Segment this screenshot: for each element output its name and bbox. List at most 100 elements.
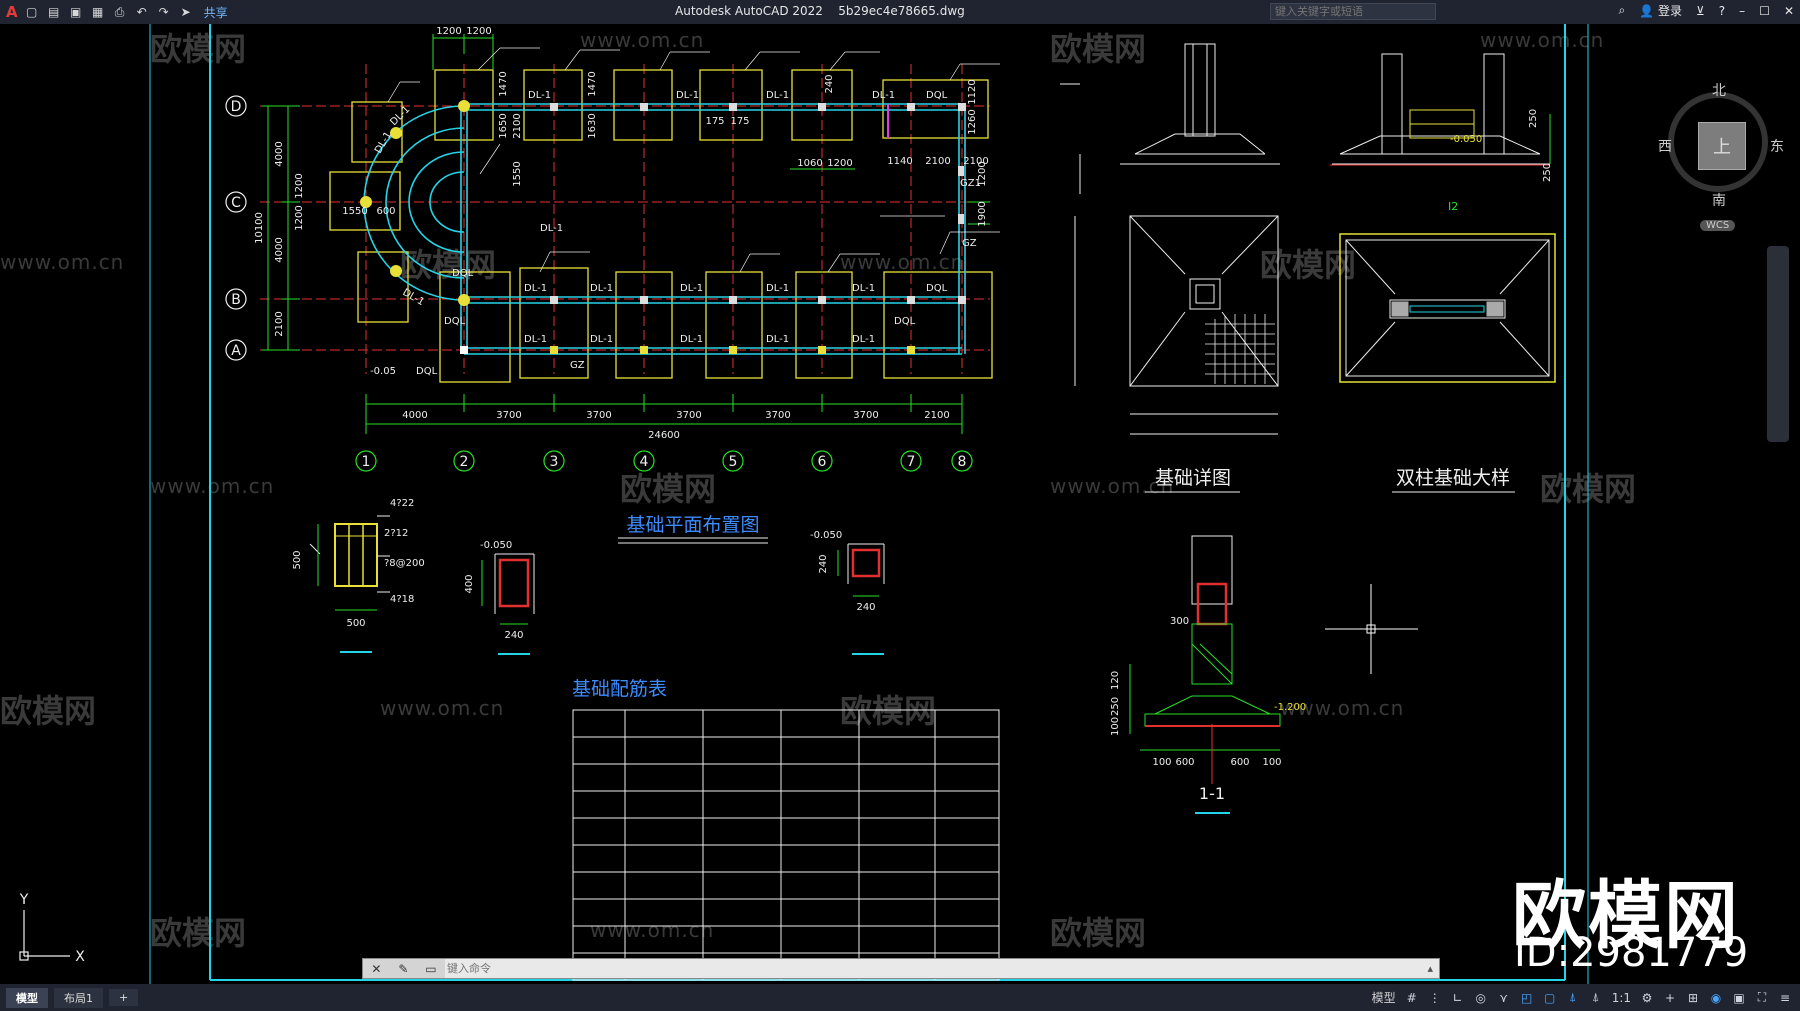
svg-text:8: 8 xyxy=(958,454,967,470)
section-dim: 600 xyxy=(1175,757,1194,768)
viewcube[interactable]: 上 北 南 西 东 WCS xyxy=(1658,83,1784,244)
svg-text:1630: 1630 xyxy=(587,113,598,138)
snap-icon[interactable]: ⋮ xyxy=(1428,991,1442,1005)
menu-icon[interactable]: ≡ xyxy=(1778,991,1792,1005)
svg-text:1140: 1140 xyxy=(887,156,912,167)
otrack-icon[interactable]: ▢ xyxy=(1543,991,1557,1005)
login-button[interactable]: 👤 登录 xyxy=(1639,2,1682,19)
osnap-icon[interactable]: ◰ xyxy=(1520,991,1534,1005)
svg-text:4000: 4000 xyxy=(274,237,285,262)
fullscreen-icon[interactable]: ⛶ xyxy=(1755,990,1769,1005)
close-command-icon[interactable]: ✕ xyxy=(371,962,381,976)
save-as-icon[interactable]: ▦ xyxy=(90,5,106,19)
section-dim: 100 xyxy=(1262,757,1281,768)
viewcube-north[interactable]: 北 xyxy=(1712,80,1726,100)
polar-icon[interactable]: ◎ xyxy=(1474,991,1488,1005)
svg-text:GZ: GZ xyxy=(570,360,585,371)
svg-text:DL-1: DL-1 xyxy=(852,283,875,294)
viewcube-west[interactable]: 西 xyxy=(1658,136,1672,156)
svg-text:-0.050: -0.050 xyxy=(810,530,842,541)
section-dim: 600 xyxy=(1230,757,1249,768)
svg-text:7: 7 xyxy=(907,454,916,470)
new-file-icon[interactable]: ▢ xyxy=(24,5,40,19)
help-icon[interactable]: ? xyxy=(1719,4,1725,18)
recent-commands-icon[interactable]: ▭ xyxy=(425,962,436,976)
ucs-y-label: Y xyxy=(19,892,29,908)
svg-text:2100: 2100 xyxy=(512,113,523,138)
share-button[interactable]: 共享 xyxy=(204,4,228,21)
section-level: -1.200 xyxy=(1274,702,1306,713)
search-icon[interactable]: ⌕ xyxy=(1618,3,1625,18)
settings-gear-icon[interactable]: ⚙ xyxy=(1640,991,1654,1005)
tab-model[interactable]: 模型 xyxy=(6,987,48,1008)
svg-text:C: C xyxy=(231,195,241,211)
annotation-scale[interactable]: 1:1 xyxy=(1612,991,1631,1005)
svg-text:DQL: DQL xyxy=(416,366,438,377)
svg-text:400: 400 xyxy=(464,574,475,593)
tab-add[interactable]: + xyxy=(109,989,139,1006)
svg-text:DQL: DQL xyxy=(452,268,474,279)
viewcube-east[interactable]: 东 xyxy=(1770,136,1784,156)
isolate-icon[interactable]: ◉ xyxy=(1709,991,1723,1005)
plan-title: 基础平面布置图 xyxy=(626,514,759,536)
model-space-label[interactable]: 模型 xyxy=(1372,989,1396,1006)
navigation-bar[interactable] xyxy=(1767,246,1789,442)
command-input[interactable] xyxy=(445,961,1422,976)
section-title: 1-1 xyxy=(1199,784,1225,803)
drawing-canvas[interactable]: 欧模网 www.om.cn 欧模网 www.om.cn www.om.cn 欧模… xyxy=(0,24,1800,984)
app-title: Autodesk AutoCAD 2022 xyxy=(675,4,823,18)
ortho-icon[interactable]: ∟ xyxy=(1451,991,1465,1005)
svg-text:3700: 3700 xyxy=(586,410,611,421)
share-icon[interactable]: ➤ xyxy=(178,5,194,19)
tab-layout1[interactable]: 布局1 xyxy=(54,987,103,1008)
wcs-button[interactable]: WCS xyxy=(1700,220,1736,231)
close-icon[interactable]: ✕ xyxy=(1784,4,1794,18)
quick-access-toolbar: A ▢ ▤ ▣ ▦ ⎙ ↶ ↷ ➤ 共享 xyxy=(0,3,228,21)
save-icon[interactable]: ▣ xyxy=(68,5,84,19)
svg-text:6: 6 xyxy=(818,454,827,470)
svg-text:B: B xyxy=(231,292,241,308)
open-file-icon[interactable]: ▤ xyxy=(46,5,62,19)
svg-text:500: 500 xyxy=(292,550,303,569)
customize-icon[interactable]: ✎ xyxy=(398,962,408,976)
svg-text:GZ: GZ xyxy=(962,238,977,249)
maximize-icon[interactable]: ☐ xyxy=(1759,4,1770,18)
ucs-icon xyxy=(19,910,70,961)
redo-icon[interactable]: ↷ xyxy=(156,5,172,19)
svg-text:DL-1: DL-1 xyxy=(373,130,394,155)
units-icon[interactable]: ⊞ xyxy=(1686,991,1700,1005)
svg-text:2: 2 xyxy=(460,454,469,470)
svg-text:1260: 1260 xyxy=(967,109,978,134)
annotation-visibility-icon[interactable]: ⍋ xyxy=(1566,990,1580,1005)
hardware-accel-icon[interactable]: ▣ xyxy=(1732,991,1746,1005)
cart-icon[interactable]: ⊻ xyxy=(1696,4,1705,18)
svg-text:10100: 10100 xyxy=(254,212,265,244)
isodraft-icon[interactable]: ⋎ xyxy=(1497,991,1511,1005)
svg-text:1: 1 xyxy=(362,454,371,470)
brand-id: ID:2981779 xyxy=(1514,930,1749,976)
svg-text:1200: 1200 xyxy=(294,173,305,198)
foundation-elevation xyxy=(1060,43,1280,435)
svg-text:1650: 1650 xyxy=(498,113,509,138)
autocad-logo-icon[interactable]: A xyxy=(6,3,18,21)
plot-icon[interactable]: ⎙ xyxy=(112,5,128,19)
svg-text:DL-1: DL-1 xyxy=(540,223,563,234)
axis-labels-rows: D C B A xyxy=(231,99,242,359)
search-input[interactable] xyxy=(1270,3,1436,20)
minimize-icon[interactable]: – xyxy=(1739,4,1745,18)
svg-text:4: 4 xyxy=(640,454,649,470)
viewcube-south[interactable]: 南 xyxy=(1712,190,1726,210)
command-line: ✕ ✎ ▭ ▴ xyxy=(362,958,1440,979)
grid-icon[interactable]: # xyxy=(1405,991,1419,1005)
login-label: 登录 xyxy=(1657,4,1682,18)
viewcube-top-face[interactable]: 上 xyxy=(1698,122,1746,170)
svg-text:DL-1: DL-1 xyxy=(852,334,875,345)
svg-text:5: 5 xyxy=(729,454,738,470)
undo-icon[interactable]: ↶ xyxy=(134,5,150,19)
svg-text:3700: 3700 xyxy=(765,410,790,421)
svg-text:1200: 1200 xyxy=(827,158,852,169)
svg-text:2100: 2100 xyxy=(924,410,949,421)
command-expand-icon[interactable]: ▴ xyxy=(1421,962,1439,975)
auto-scale-icon[interactable]: ⍋ xyxy=(1589,990,1603,1005)
plus-icon[interactable]: + xyxy=(1663,991,1677,1005)
